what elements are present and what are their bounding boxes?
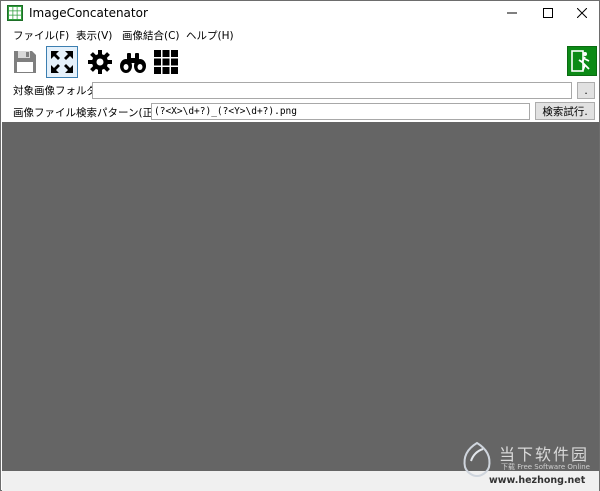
pattern-input[interactable]: (?<X>\d+?)_(?<Y>\d+?).png [151,103,530,120]
watermark-url: www.hezhong.net [489,475,586,486]
pattern-label: 画像ファイル検索パターン(正規表 [13,107,151,119]
save-icon [14,51,36,73]
fit-screen-icon [51,51,73,73]
menu-view[interactable]: 表示(V) [76,28,112,43]
save-button[interactable] [9,46,41,78]
close-button[interactable] [565,1,599,25]
watermark-subtitle: 下载 Free Software Online [501,463,590,471]
title-bar[interactable]: ImageConcatenator [1,1,599,25]
exit-icon [571,50,590,72]
maximize-button[interactable] [531,1,565,25]
app-grid-icon [7,5,23,21]
search-trial-button[interactable]: 検索試行. [535,102,595,120]
watermark-logo-icon [463,441,491,478]
menu-file[interactable]: ファイル(F) [13,28,69,43]
minimize-icon [507,12,517,14]
window-title: ImageConcatenator [29,6,148,20]
gear-icon [88,50,112,74]
image-canvas[interactable] [2,122,599,471]
settings-button[interactable] [84,46,116,78]
grid-icon [154,50,178,74]
maximize-icon [543,8,553,18]
toolbar [1,44,599,80]
minimize-button[interactable] [495,1,529,25]
search-button[interactable] [117,46,149,78]
grid-button[interactable] [150,46,182,78]
menu-concatenate[interactable]: 画像結合(C) [122,28,180,43]
binoculars-icon [120,53,146,73]
close-icon [577,8,587,18]
folder-input[interactable] [92,82,572,99]
browse-button[interactable]: . [577,82,595,99]
fit-screen-button[interactable] [46,46,78,78]
app-window: ImageConcatenator ファイル(F) 表示(V) 画像結合(C) … [0,0,600,491]
menu-bar: ファイル(F) 表示(V) 画像結合(C) ヘルプ(H) [1,25,599,44]
folder-label: 対象画像フォルダ [13,85,97,97]
exit-button[interactable] [567,46,597,76]
menu-help[interactable]: ヘルプ(H) [186,28,234,43]
